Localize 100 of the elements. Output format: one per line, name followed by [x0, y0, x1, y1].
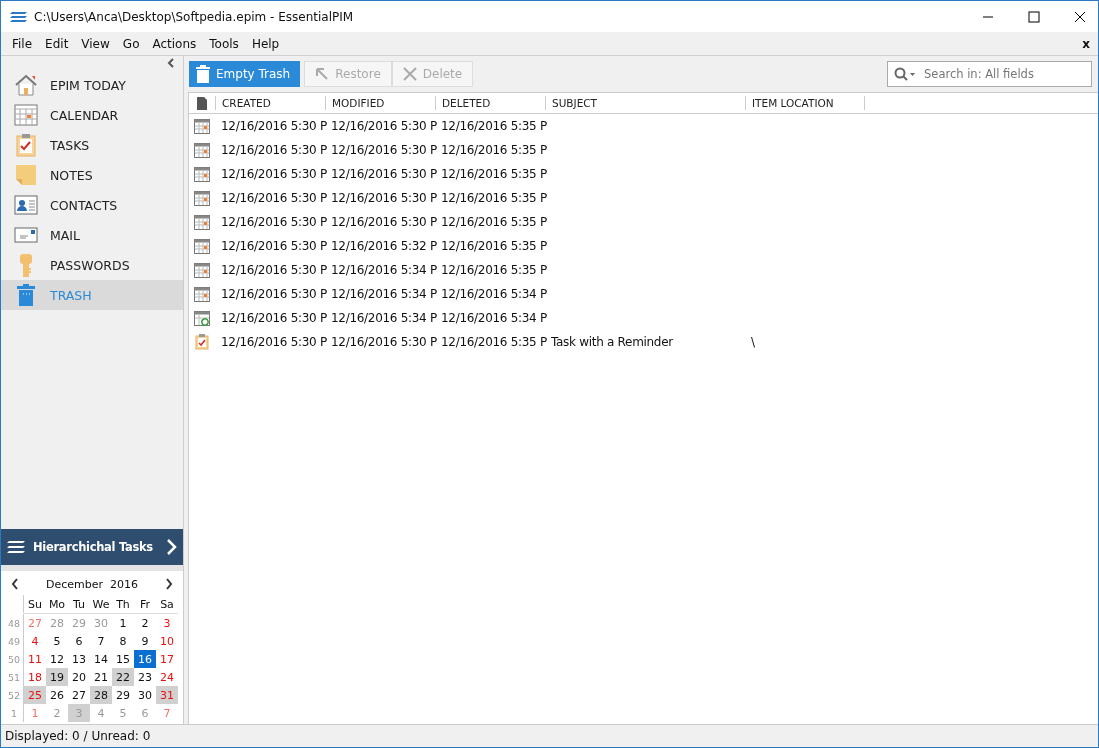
- search-field[interactable]: Search in: All fields: [887, 61, 1092, 87]
- collapse-icon[interactable]: [167, 58, 175, 68]
- calendar-day[interactable]: 1: [112, 614, 134, 632]
- calendar-day[interactable]: 21: [90, 668, 112, 686]
- calendar-day[interactable]: 6: [68, 632, 90, 650]
- week-number: 49: [5, 632, 24, 650]
- hierarchical-tasks-button[interactable]: Hierarchichal Tasks: [1, 529, 183, 565]
- maximize-icon[interactable]: [1028, 10, 1040, 23]
- calendar-day[interactable]: 7: [90, 632, 112, 650]
- table-cell-text: 12/16/2016 5:30 P: [330, 143, 435, 157]
- week-number: 48: [5, 614, 24, 632]
- search-icon[interactable]: [894, 67, 916, 81]
- calendar-day[interactable]: 24: [156, 668, 178, 686]
- table-cell-text: 12/16/2016 5:35 P: [440, 335, 545, 349]
- table-cell-text: 12/16/2016 5:35 P: [440, 143, 545, 157]
- calendar-day[interactable]: 15: [112, 650, 134, 668]
- sidebar-item[interactable]: CALENDAR: [1, 100, 183, 130]
- sidebar-item[interactable]: PASSWORDS: [1, 250, 183, 280]
- calendar-day[interactable]: 20: [68, 668, 90, 686]
- calendar-day[interactable]: 14: [90, 650, 112, 668]
- weekday-label: Sa: [156, 595, 178, 614]
- calendar-icon: [194, 166, 210, 182]
- close-icon[interactable]: [1074, 10, 1086, 23]
- table-cell-text: 12/16/2016 5:30 P: [220, 287, 325, 301]
- calendar-day[interactable]: 9: [134, 632, 156, 650]
- weekday-label: We: [90, 595, 112, 614]
- menu-item[interactable]: Actions: [152, 36, 207, 51]
- table-cell-text: 12/16/2016 5:30 P: [330, 335, 435, 349]
- calendar-day[interactable]: 11: [24, 650, 46, 668]
- table-cell-text: 12/16/2016 5:35 P: [440, 119, 545, 133]
- menu-item[interactable]: Tools: [209, 36, 249, 51]
- x-icon: [402, 67, 417, 81]
- table-cell-text: 12/16/2016 5:30 P: [220, 167, 325, 181]
- column-header[interactable]: CREATED: [215, 96, 325, 110]
- calendar-icon: [194, 142, 210, 158]
- status-text: Displayed: 0 / Unread: 0: [5, 729, 151, 743]
- menu-item[interactable]: Help: [251, 36, 290, 51]
- calendar-day[interactable]: 26: [46, 686, 68, 704]
- calendar-day[interactable]: 28: [90, 686, 112, 704]
- calendar-day[interactable]: 18: [24, 668, 46, 686]
- table-cell-text: 12/16/2016 5:30 P: [220, 215, 325, 229]
- calendar-day[interactable]: 19: [46, 668, 68, 686]
- calendar-day[interactable]: 4: [24, 632, 46, 650]
- column-header[interactable]: MODIFIED: [325, 96, 435, 110]
- table-cell-text: 12/16/2016 5:30 P: [330, 167, 435, 181]
- table-cell-text: 12/16/2016 5:35 P: [440, 191, 545, 205]
- calendar-icon: [194, 286, 210, 302]
- close-document-button[interactable]: x: [1082, 36, 1090, 51]
- table-cell-text: 12/16/2016 5:35 P: [440, 239, 545, 253]
- empty-trash-button[interactable]: Empty Trash: [189, 61, 301, 87]
- weekday-label: Mo: [46, 595, 68, 614]
- calendar-day[interactable]: 2: [134, 614, 156, 632]
- calendar-icon: [12, 104, 40, 126]
- calendar-icon: [194, 238, 210, 254]
- calendar-day[interactable]: 27: [68, 686, 90, 704]
- table-cell-text: 12/16/2016 5:34 P: [330, 311, 435, 325]
- calendar-day[interactable]: 8: [112, 632, 134, 650]
- month-label: December 2016: [46, 577, 138, 591]
- sidebar-item[interactable]: MAIL: [1, 220, 183, 250]
- sidebar-item[interactable]: TASKS: [1, 130, 183, 160]
- calendar-day[interactable]: 17: [156, 650, 178, 668]
- table-cell-text: 12/16/2016 5:30 P: [220, 191, 325, 205]
- next-month-icon[interactable]: [165, 578, 173, 590]
- weekday-label: Su: [24, 595, 46, 614]
- table-cell-text: 12/16/2016 5:30 P: [330, 119, 435, 133]
- calendar-day[interactable]: 12: [46, 650, 68, 668]
- calendar-day[interactable]: 16: [134, 650, 156, 668]
- table-cell-text: 12/16/2016 5:30 P: [220, 335, 325, 349]
- trash-icon: [196, 65, 210, 83]
- week-number: 50: [5, 650, 24, 668]
- table-cell-text: 12/16/2016 5:32 P: [330, 239, 435, 253]
- table-cell-text: 12/16/2016 5:30 P: [220, 119, 325, 133]
- menu-item[interactable]: Go: [122, 36, 150, 51]
- envelope-icon: [12, 227, 40, 243]
- calendar-day[interactable]: 23: [134, 668, 156, 686]
- calendar-day[interactable]: 29: [112, 686, 134, 704]
- table-cell-text: 12/16/2016 5:34 P: [330, 287, 435, 301]
- table-cell-text: 12/16/2016 5:35 P: [440, 167, 545, 181]
- table-cell-text: 12/16/2016 5:30 P: [220, 143, 325, 157]
- clipboard-check-icon: [195, 334, 209, 350]
- calendar-day[interactable]: 13: [68, 650, 90, 668]
- menu-item[interactable]: File: [12, 36, 43, 51]
- table-cell-text: 12/16/2016 5:30 P: [330, 191, 435, 205]
- sidebar-item[interactable]: CONTACTS: [1, 190, 183, 220]
- menu-item[interactable]: Edit: [45, 36, 79, 51]
- sidebar-item[interactable]: NOTES: [1, 160, 183, 190]
- calendar-day[interactable]: 3: [156, 614, 178, 632]
- calendar-day[interactable]: 10: [156, 632, 178, 650]
- calendar-day[interactable]: 22: [112, 668, 134, 686]
- column-header[interactable]: ITEM LOCATION: [745, 96, 865, 110]
- menu-item[interactable]: View: [81, 36, 120, 51]
- calendar-day[interactable]: 5: [46, 632, 68, 650]
- table-cell-text: 12/16/2016 5:34 P: [330, 263, 435, 277]
- table-cell-text: 12/16/2016 5:30 P: [330, 215, 435, 229]
- column-header[interactable]: SUBJECT: [545, 96, 745, 110]
- column-header[interactable]: DELETED: [435, 96, 545, 110]
- calendar-icon: [194, 214, 210, 230]
- calendar-day[interactable]: 30: [134, 686, 156, 704]
- sidebar-item[interactable]: EPIM TODAY: [1, 70, 183, 100]
- previous-month-icon[interactable]: [11, 578, 19, 590]
